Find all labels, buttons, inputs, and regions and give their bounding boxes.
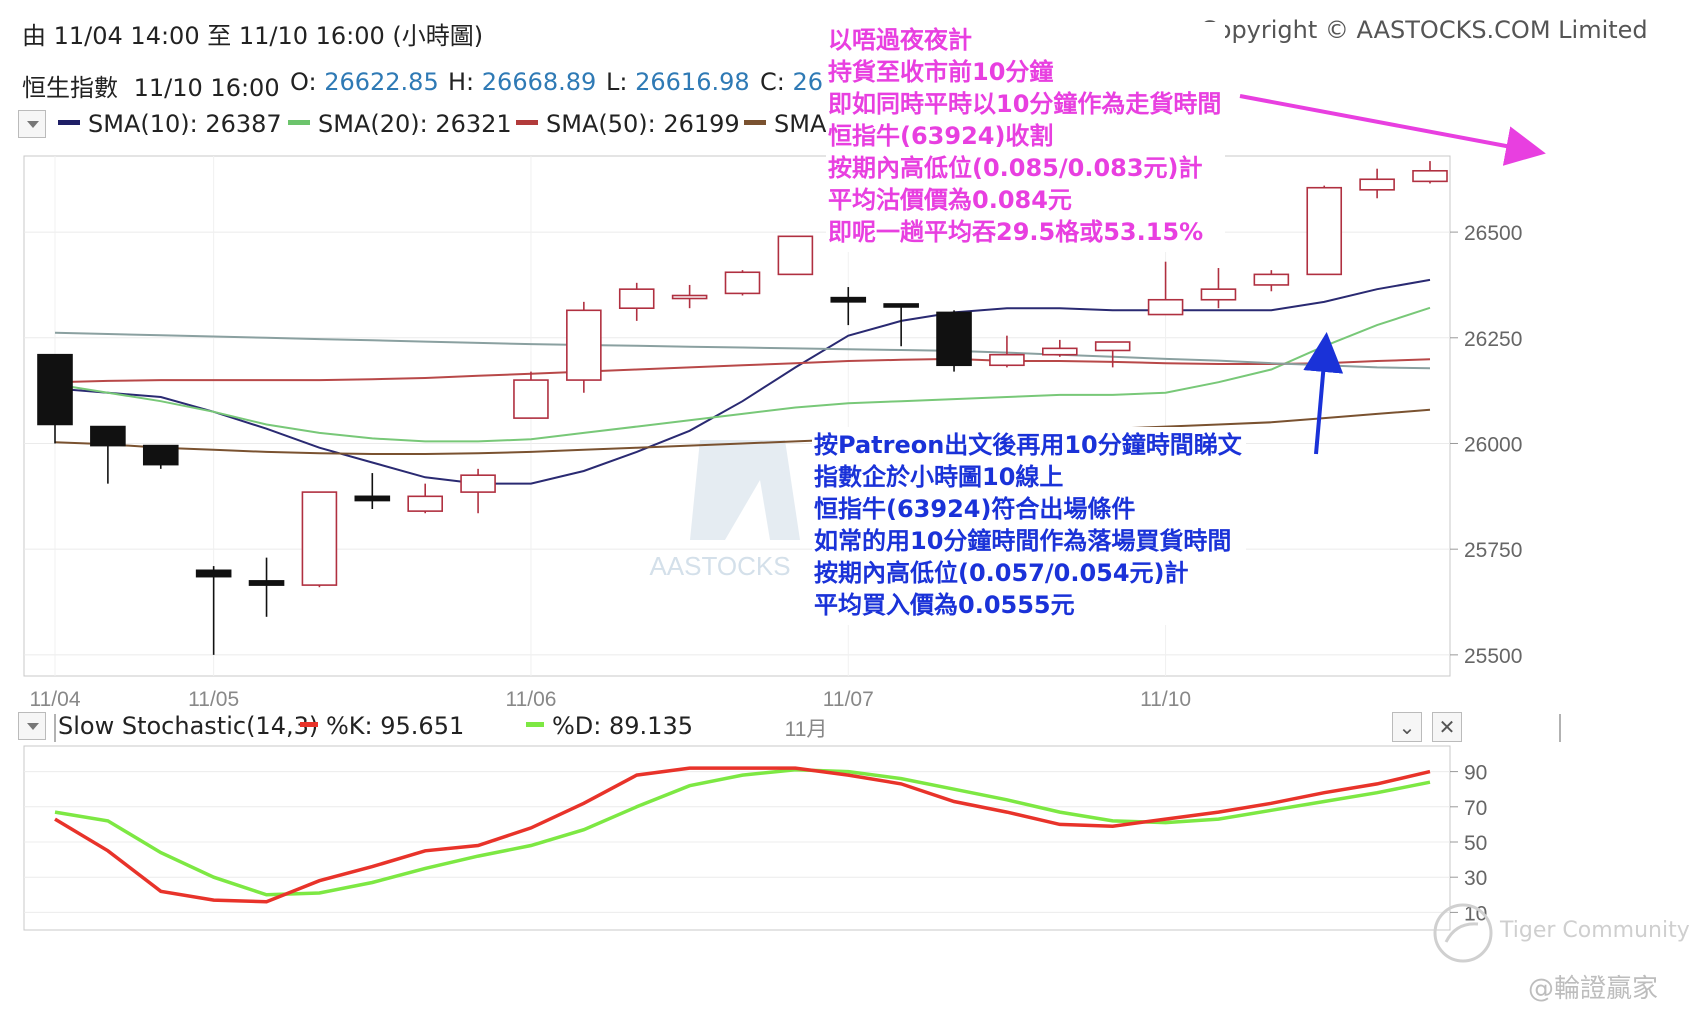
- date-range: 由 11/04 14:00 至 11/10 16:00 (小時圖): [22, 22, 484, 50]
- candle-body: [1042, 347, 1078, 356]
- sell-note-line: 以唔過夜夜計: [828, 26, 972, 54]
- buy-note: 按Patreon出文後再用10分鐘時間睇文 指數企於小時圖10線上 恒指牛(63…: [812, 427, 1246, 625]
- legend-swatch: [744, 119, 766, 125]
- legend-swatch: [288, 119, 310, 125]
- sell-note-line: 持貨至收市前10分鐘: [828, 58, 1054, 86]
- sell-note-line: 按期內高低位(0.085/0.083元)計: [828, 154, 1203, 182]
- main-chart-dropdown-button[interactable]: [18, 110, 46, 138]
- candle-body: [1094, 341, 1131, 352]
- candle-body: [1147, 298, 1184, 316]
- buy-note-line: 如常的用10分鐘時間作為落場買貨時間: [814, 527, 1232, 555]
- y-tick-label: 25750: [1464, 539, 1522, 562]
- x-tick-label: 11/05: [188, 688, 239, 711]
- y-tick-label: 25500: [1464, 645, 1522, 668]
- quote-time: 11/10 16:00: [133, 74, 280, 102]
- stoch-dropdown-button[interactable]: [18, 712, 46, 740]
- candle-body: [566, 309, 602, 381]
- stoch-y-tick-label: 90: [1464, 762, 1487, 785]
- sell-note-line: 即如同時平時以10分鐘作為走貨時間: [828, 90, 1222, 118]
- price-axis: 26500 26250 26000 25750 25500: [1450, 222, 1522, 668]
- sell-note-line: 恒指牛(63924)收割: [828, 122, 1054, 150]
- buy-note-line: 平均買入價為0.0555元: [814, 591, 1075, 619]
- legend-sma10: SMA(10): 26387: [58, 110, 282, 138]
- open-value: O: 26622.85: [290, 68, 439, 96]
- candle-body: [777, 235, 814, 276]
- legend-swatch: [58, 119, 80, 125]
- author-handle: @輪證贏家: [1528, 974, 1659, 1004]
- candle-body: [142, 444, 179, 466]
- candle-body: [460, 474, 496, 493]
- legend-swatch: [516, 119, 538, 125]
- legend-sma100: SMA: [744, 110, 826, 138]
- candle-body: [830, 296, 867, 303]
- sell-note-line: 即呢一趟平均吞29.5格或53.15%: [828, 218, 1204, 246]
- candle-body: [724, 271, 761, 295]
- y-tick-label: 26500: [1464, 222, 1522, 245]
- x-tick-label: 11/07: [823, 688, 874, 711]
- candle-body: [301, 491, 338, 586]
- copyright: Copyright © AASTOCKS.COM Limited: [1200, 16, 1648, 44]
- x-axis-label: 11月: [785, 718, 828, 741]
- candle-body: [1412, 169, 1448, 183]
- candle-body: [1200, 288, 1237, 301]
- collapse-chevron-icon[interactable]: ⌄: [1392, 712, 1422, 742]
- sell-note: 以唔過夜夜計 持貨至收市前10分鐘 即如同時平時以10分鐘作為走貨時間 恒指牛(…: [826, 22, 1226, 252]
- tiger-text: Tiger Community: [1500, 918, 1690, 943]
- stoch-y-tick-label: 30: [1464, 867, 1487, 890]
- buy-note-line: 恒指牛(63924)符合出場條件: [814, 495, 1136, 523]
- stoch-title: Slow Stochastic(14,3): [58, 712, 319, 740]
- candle-body: [671, 294, 708, 300]
- buy-note-line: 按期內高低位(0.057/0.054元)計: [814, 559, 1189, 587]
- close-value: C: 26: [760, 68, 824, 96]
- x-tick-label: 11/04: [30, 688, 81, 711]
- candle-body: [513, 379, 549, 419]
- candle-body: [1359, 178, 1395, 191]
- stoch-axis: 9070503010: [1450, 762, 1487, 925]
- buy-note-line: 按Patreon出文後再用10分鐘時間睇文: [814, 431, 1242, 459]
- candle-body: [936, 311, 972, 367]
- tiger-logo-icon: [1433, 903, 1493, 963]
- stoch-y-tick-label: 50: [1464, 832, 1487, 855]
- close-icon[interactable]: ✕: [1432, 712, 1462, 742]
- candle-body: [37, 353, 73, 426]
- stoch-d-legend: %D: 89.135: [526, 712, 693, 740]
- legend-swatch: [300, 721, 318, 727]
- legend-sma50: SMA(50): 26199: [516, 110, 740, 138]
- ohlc-bar: 恒生指數 11/10 16:00: [22, 68, 280, 103]
- buy-note-line: 指數企於小時圖10線上: [814, 463, 1064, 491]
- y-tick-label: 26000: [1464, 433, 1522, 456]
- candle-body: [90, 425, 126, 447]
- candle-body: [195, 569, 232, 578]
- watermark-text: AASTOCKS: [649, 551, 790, 581]
- candle-body: [618, 288, 655, 309]
- x-tick-label: 11/06: [505, 688, 556, 711]
- candle-body: [883, 303, 919, 308]
- stoch-y-tick-label: 70: [1464, 797, 1487, 820]
- candle-body: [248, 580, 285, 586]
- y-tick-label: 26250: [1464, 328, 1522, 351]
- high-value: H: 26668.89: [448, 68, 597, 96]
- candle-body: [407, 495, 443, 512]
- legend-swatch: [526, 721, 544, 727]
- sell-note-line: 平均沽價價為0.084元: [828, 186, 1072, 214]
- candle-body: [1306, 186, 1343, 276]
- candle-body: [1253, 273, 1290, 286]
- x-tick-label: 11/10: [1140, 688, 1191, 711]
- candle-body: [354, 495, 391, 502]
- low-value: L: 26616.98: [606, 68, 750, 96]
- candle-body: [989, 353, 1025, 367]
- legend-sma20: SMA(20): 26321: [288, 110, 512, 138]
- symbol-name: 恒生指數: [22, 74, 118, 102]
- stoch-k-legend: %K: 95.651: [300, 712, 464, 740]
